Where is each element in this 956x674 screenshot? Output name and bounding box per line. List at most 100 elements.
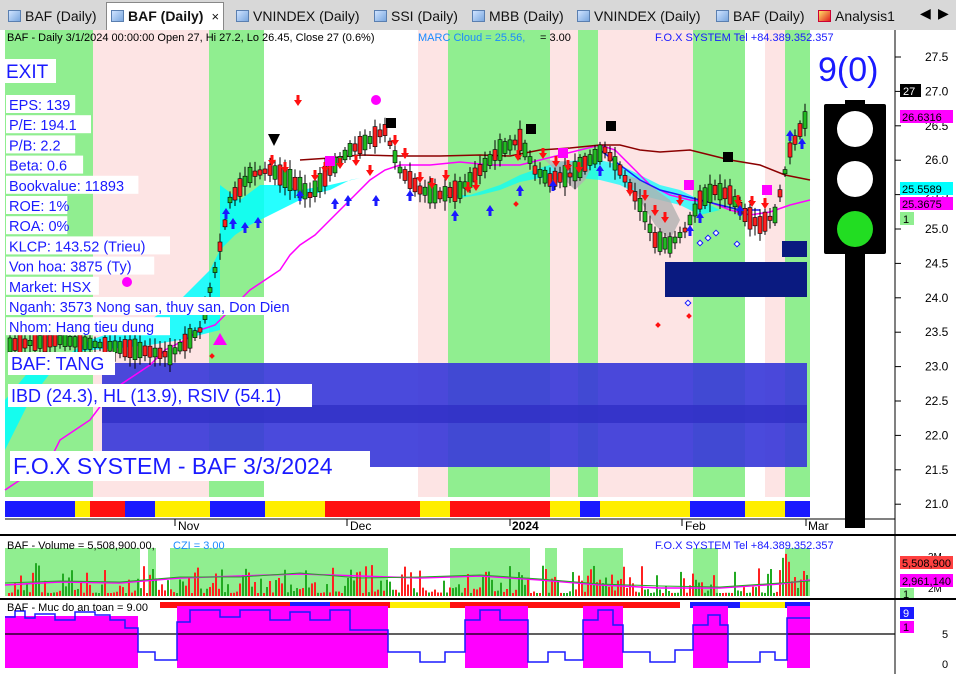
volume-bar [317,592,319,596]
tab-vnindex-daily-1[interactable]: VNINDEX (Daily) [236,4,360,28]
volume-bar [227,584,229,596]
volume-bar [575,589,577,596]
volume-bar [41,592,43,596]
volume-bar [773,592,775,596]
volume-bar [314,582,316,596]
candle-up [212,267,218,273]
volume-bar [71,570,73,596]
volume-bar [416,592,418,596]
fundamental-line: Beta: 0.6 [9,159,67,175]
volume-bar [56,592,58,596]
volume-bar [413,588,415,596]
y-tick-label: 27.5 [925,50,949,64]
black-square-icon [526,124,536,134]
volume-bar [683,578,685,596]
candle-up [497,139,503,161]
candle-up [177,341,183,352]
tab-scroll-right-icon[interactable]: ▶ [938,5,949,22]
candle-up [667,236,673,254]
volume-bar [50,592,52,596]
tab-ssi-daily[interactable]: SSI (Daily) [374,4,458,28]
candle-up [537,169,543,178]
volume-bar [782,557,784,596]
volume-bar [335,591,337,596]
volume-bar [497,590,499,596]
fundamental-line: KLCP: 143.52 (Trieu) [9,239,145,255]
candle-down [477,164,483,176]
volume-bar [350,569,352,596]
price-header-right: F.O.X SYSTEM Tel +84.389.352.357 [655,32,834,44]
candle-up [362,134,368,151]
fundamental-line: ROE: 1% [9,199,70,215]
volume-bar [239,583,241,596]
candle-up [687,214,693,226]
black-square-icon [606,121,616,131]
volume-bar [446,592,448,596]
tab-analysis1[interactable]: Analysis1 [818,4,895,28]
volume-bar [788,561,790,596]
volume-bar [680,571,682,596]
volume-bar [182,581,184,596]
candle-up [132,338,138,361]
volume-bar [785,553,787,596]
black-square-icon [386,118,396,128]
candle-up [312,180,318,197]
tab-vnindex-daily-2[interactable]: VNINDEX (Daily) [577,4,701,28]
candle-down [102,337,108,355]
magenta-square-icon [558,148,568,158]
indicators-label: IBD (24.3), HL (13.9), RSIV (54.1) [11,386,281,406]
candle-down [727,185,733,205]
volume-bar [503,591,505,596]
candle-down [127,339,133,358]
volume-bar [419,570,421,596]
candle-down [617,164,623,176]
volume-bar [377,589,379,596]
volume-bar [290,584,292,596]
volume-bar [68,577,70,596]
candle-up [612,156,618,171]
volume-bar [302,588,304,596]
volume-bar [188,577,190,596]
volume-bar [506,588,508,596]
volume-bar [692,573,694,596]
tab-baf-daily-2[interactable]: BAF (Daily) [716,4,805,28]
fundamental-line: P/B: 2.2 [9,138,61,154]
volume-bar [47,592,49,596]
volume-bar [566,592,568,596]
volume-bar [635,591,637,596]
volume-bar [623,566,625,596]
volume-bar [716,592,718,596]
candle-down [352,143,358,152]
chart-tab-icon [716,10,729,22]
fundamental-line: ROA: 0% [9,219,70,235]
volume-bar [311,583,313,596]
candle-down [652,232,658,248]
fundamental-line: Bookvalue: 11893 [9,179,124,195]
volume-bar [545,569,547,596]
volume-bar [431,591,433,596]
volume-bar [155,578,157,596]
candle-up [192,330,198,338]
volume-bar [170,589,172,596]
tab-scroll-left-icon[interactable]: ◀ [920,5,931,22]
safety-areas [5,606,810,668]
candle-up [662,237,668,250]
volume-bar [62,573,64,596]
volume-bar [749,592,751,596]
candle-up [167,344,173,366]
close-icon[interactable]: × [211,9,219,24]
candle-down [402,169,408,181]
candle-down [682,227,688,233]
safety-tag-1: 1 [903,622,909,634]
candle-down [377,129,383,138]
volume-bar [500,582,502,596]
volume-bar [347,577,349,596]
volume-bar [365,566,367,596]
tab-baf-daily-1[interactable]: BAF (Daily) [8,4,97,28]
tab-mbb-daily[interactable]: MBB (Daily) [472,4,564,28]
tab-baf-daily-active[interactable]: BAF (Daily) × [106,2,225,31]
candle-down [557,172,563,183]
volume-bar [110,592,112,596]
volume-bar [275,580,277,596]
candle-up [92,340,98,348]
